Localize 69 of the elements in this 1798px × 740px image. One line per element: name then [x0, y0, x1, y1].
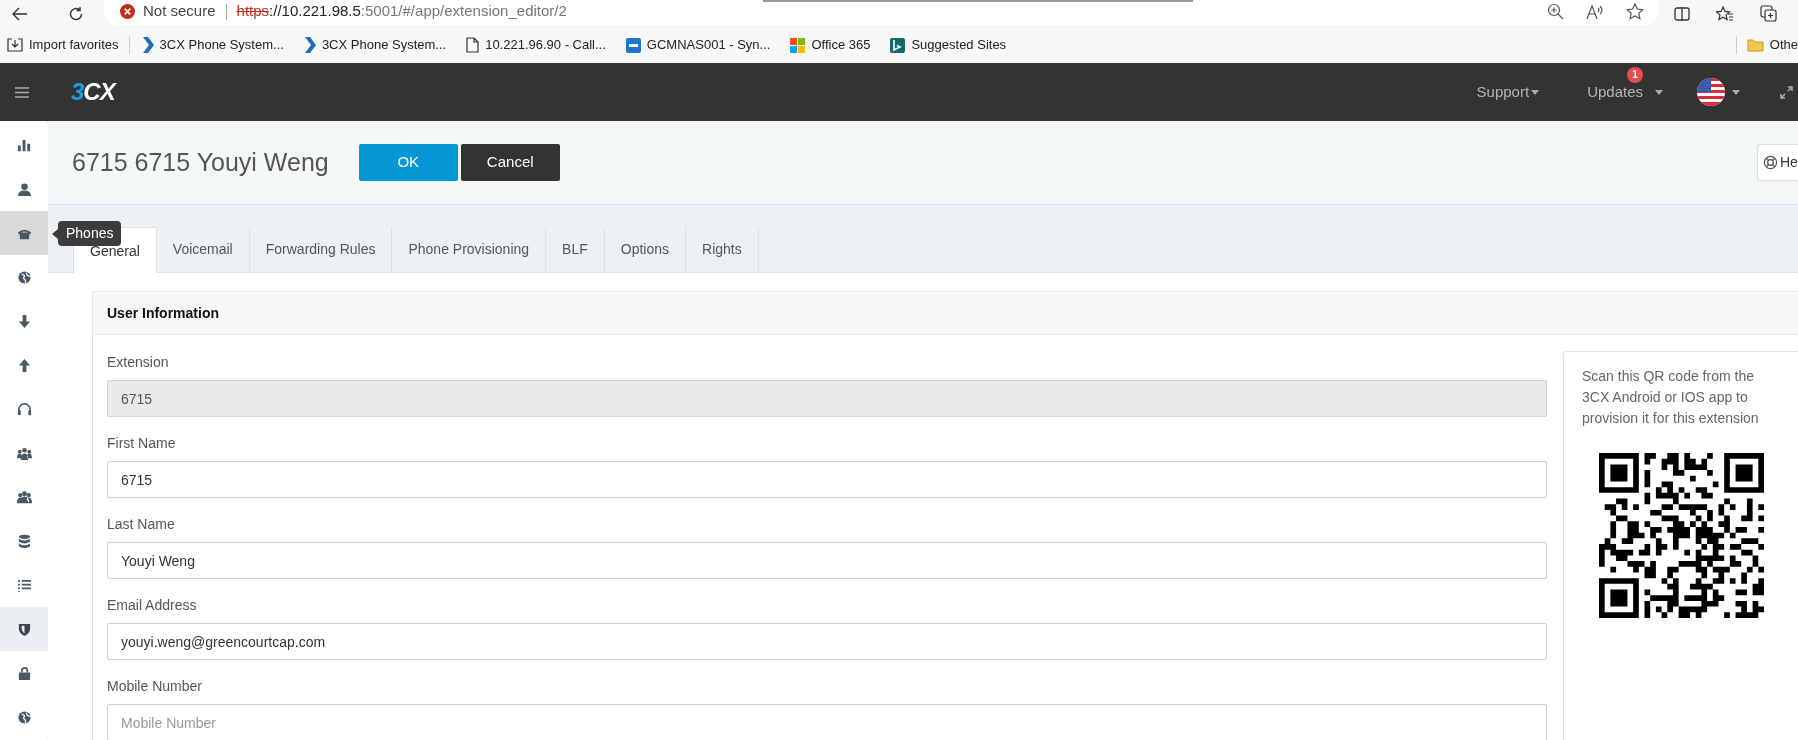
- arrow-up-icon: [16, 357, 32, 373]
- error-icon: [120, 4, 135, 19]
- tooltip: Phones: [52, 221, 122, 246]
- sidebar-item[interactable]: [0, 607, 48, 651]
- four-squares-icon: [790, 37, 806, 53]
- bookmark-link[interactable]: 3CX Phone System...: [159, 35, 284, 55]
- flag-icon: [1697, 78, 1725, 106]
- favorites-icon[interactable]: [1716, 5, 1734, 22]
- field-label: Email Address: [107, 596, 197, 615]
- help-button[interactable]: He: [1757, 144, 1798, 181]
- bookmark-link[interactable]: Import favorites: [29, 35, 119, 55]
- group-icon: [16, 445, 32, 461]
- zoom-in-icon[interactable]: [1547, 3, 1564, 20]
- chevron-icon: [141, 37, 154, 53]
- security-label: Not secure: [143, 1, 216, 22]
- logo[interactable]: 3CX: [71, 74, 115, 110]
- headset-icon: [16, 401, 32, 417]
- read-aloud-icon[interactable]: [1586, 3, 1604, 20]
- users-icon: [16, 489, 32, 505]
- back-icon[interactable]: [12, 6, 28, 21]
- globe-icon: [16, 269, 32, 285]
- lock-icon: [16, 665, 32, 681]
- language-dropdown[interactable]: [1697, 78, 1740, 106]
- menu-dropdown[interactable]: Updates: [1587, 80, 1663, 104]
- caret-icon: [1732, 89, 1740, 95]
- input-field[interactable]: Youyi Weng: [107, 542, 1547, 579]
- qr-instructions: Scan this QR code from the 3CX Android or IOS app to provision it for this extension: [1582, 367, 1760, 428]
- caret-icon: [1655, 89, 1663, 95]
- star-icon[interactable]: [1626, 3, 1644, 20]
- bookmark-link[interactable]: 10.221.96.90 - Call...: [485, 35, 606, 55]
- input-field[interactable]: Mobile Number: [107, 704, 1547, 740]
- caret-icon: [1531, 89, 1540, 95]
- panel-title: User Information: [107, 303, 219, 323]
- field-label: Last Name: [107, 515, 175, 534]
- page-title: 6715 6715 Youyi Weng: [72, 146, 329, 178]
- shield-icon: [16, 621, 32, 637]
- globe-icon: [16, 709, 32, 725]
- bookmark-link[interactable]: Suggested Sites: [911, 35, 1007, 55]
- bookmark-link[interactable]: Office 365: [811, 35, 871, 55]
- cancel-button[interactable]: Cancel: [460, 144, 560, 181]
- input-field[interactable]: youyi.weng@greencourtcap.com: [107, 623, 1547, 660]
- bar-chart-icon: [16, 137, 32, 153]
- menu-icon[interactable]: [15, 86, 29, 98]
- split-screen-icon[interactable]: [1674, 5, 1690, 22]
- bookmark-folder[interactable]: Othe: [1769, 35, 1798, 55]
- bookmark-link[interactable]: 3CX Phone System...: [321, 35, 447, 55]
- url-text[interactable]: https://10.221.98.5:5001/#/app/extension_editor/2: [236, 0, 567, 23]
- b-shape-icon: [890, 37, 906, 53]
- user-icon: [16, 181, 32, 197]
- reload-icon[interactable]: [68, 5, 84, 22]
- expand-icon[interactable]: [1780, 85, 1793, 99]
- page-icon: [466, 37, 480, 53]
- dsm-icon: [625, 37, 641, 53]
- folder-icon: [1746, 38, 1764, 52]
- input-field[interactable]: 6715: [107, 461, 1547, 498]
- address-bar[interactable]: Not secure https://10.221.98.5:5001/#/app/extension_editor/2: [104, 0, 1658, 25]
- notification-badge: 1: [1627, 66, 1644, 83]
- sidebar-item[interactable]: [0, 211, 48, 255]
- field-label: Mobile Number: [107, 677, 202, 696]
- collections-icon[interactable]: [1760, 5, 1778, 22]
- field-label: Extension: [107, 353, 169, 372]
- lifebuoy-icon: [1763, 155, 1778, 170]
- list-icon: [16, 577, 32, 593]
- database-icon: [16, 533, 32, 549]
- bookmark-link[interactable]: GCMNAS001 - Syn...: [646, 35, 771, 55]
- import-icon: [7, 38, 23, 52]
- chevron-icon: [303, 37, 316, 53]
- menu-dropdown[interactable]: Support: [1476, 80, 1540, 104]
- field-label: First Name: [107, 434, 176, 453]
